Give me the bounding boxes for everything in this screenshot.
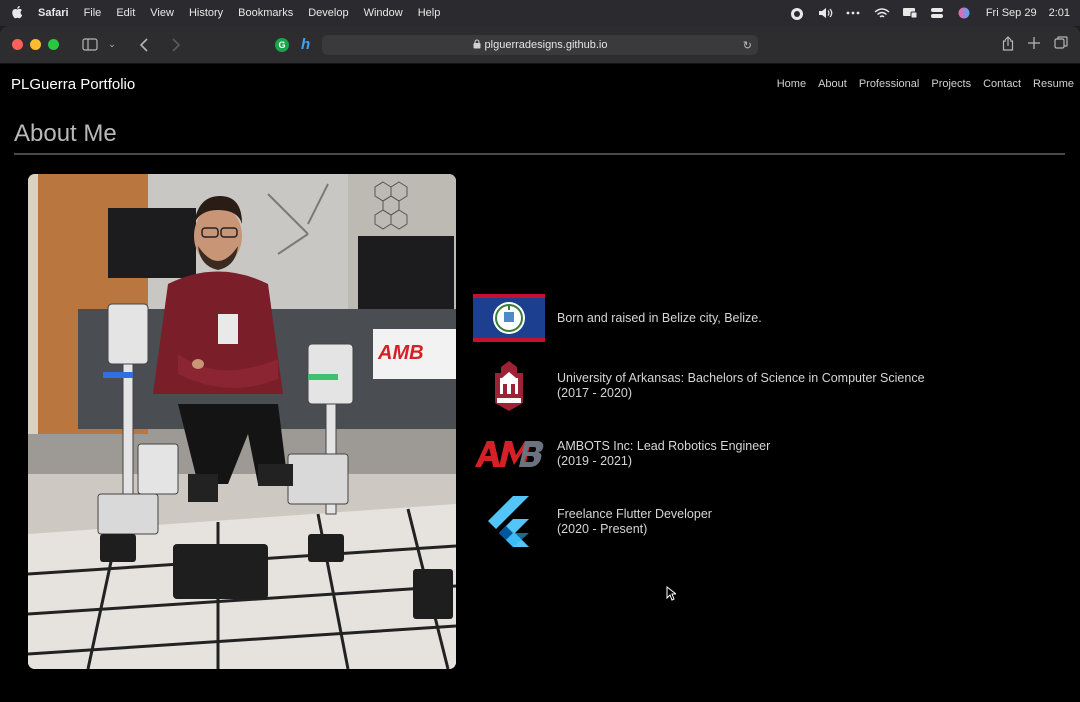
safari-window: ⌄ G h plguerradesigns.github.io ↻ PLGuer… xyxy=(0,26,1080,702)
share-icon[interactable] xyxy=(1002,36,1014,54)
address-bar[interactable]: plguerradesigns.github.io ↻ xyxy=(322,35,758,55)
menu-help[interactable]: Help xyxy=(418,7,441,19)
fact-ambots: AMBOTS Inc: Lead Robotics Engineer (2019… xyxy=(473,428,1033,480)
nav-contact[interactable]: Contact xyxy=(983,78,1021,90)
display-icon[interactable] xyxy=(902,7,918,19)
minimize-window-button[interactable] xyxy=(30,39,41,50)
lock-icon xyxy=(473,39,481,51)
nav-projects[interactable]: Projects xyxy=(931,78,971,90)
about-facts-list: Born and raised in Belize city, Belize. … xyxy=(473,292,1033,564)
section-title: About Me xyxy=(14,120,117,147)
honey-extension-icon[interactable]: h xyxy=(301,36,310,53)
fact-arkansas: University of Arkansas: Bachelors of Sci… xyxy=(473,360,1033,412)
control-center-icon[interactable] xyxy=(930,7,946,19)
menu-bookmarks[interactable]: Bookmarks xyxy=(238,7,293,19)
volume-icon[interactable] xyxy=(818,7,834,19)
fact-flutter-line2: (2020 - Present) xyxy=(557,522,648,536)
apple-menu-icon[interactable] xyxy=(10,5,24,22)
ambots-logo-icon xyxy=(473,428,545,480)
forward-icon[interactable] xyxy=(167,36,185,54)
menu-safari[interactable]: Safari xyxy=(38,7,69,19)
belize-flag-icon xyxy=(473,292,545,344)
ambots-sign-text: AMB xyxy=(377,342,424,364)
profile-photo: AMB xyxy=(28,174,456,669)
mouse-cursor-icon xyxy=(666,585,678,606)
record-icon[interactable] xyxy=(790,7,806,20)
fact-ambots-line2: (2019 - 2021) xyxy=(557,454,633,468)
section-divider xyxy=(14,153,1065,155)
nav-resume[interactable]: Resume xyxy=(1033,78,1074,90)
chevron-down-icon[interactable]: ⌄ xyxy=(103,36,121,54)
macos-menu-bar: Safari File Edit View History Bookmarks … xyxy=(0,0,1080,26)
flutter-logo-icon xyxy=(473,496,545,548)
siri-icon[interactable] xyxy=(958,7,974,19)
wifi-icon[interactable] xyxy=(874,7,890,19)
nav-about[interactable]: About xyxy=(818,78,847,90)
menu-develop[interactable]: Develop xyxy=(308,7,348,19)
more-dots-icon[interactable] xyxy=(846,7,862,19)
tab-overview-icon[interactable] xyxy=(1054,36,1068,54)
web-page: PLGuerra Portfolio Home About Profession… xyxy=(0,64,1080,702)
back-icon[interactable] xyxy=(135,36,153,54)
menubar-time[interactable]: 2:01 xyxy=(1049,7,1070,19)
nav-professional[interactable]: Professional xyxy=(859,78,920,90)
fact-flutter: Freelance Flutter Developer (2020 - Pres… xyxy=(473,496,1033,548)
url-text: plguerradesigns.github.io xyxy=(484,39,608,51)
menu-view[interactable]: View xyxy=(150,7,174,19)
fact-belize: Born and raised in Belize city, Belize. xyxy=(473,292,1033,344)
arkansas-seal-icon xyxy=(473,360,545,412)
zoom-window-button[interactable] xyxy=(48,39,59,50)
fact-flutter-line1: Freelance Flutter Developer xyxy=(557,507,712,521)
site-brand[interactable]: PLGuerra Portfolio xyxy=(11,76,135,93)
window-controls xyxy=(12,39,59,50)
reload-icon[interactable]: ↻ xyxy=(743,39,752,52)
new-tab-icon[interactable] xyxy=(1028,36,1040,54)
fact-ambots-line1: AMBOTS Inc: Lead Robotics Engineer xyxy=(557,439,771,453)
browser-toolbar: ⌄ G h plguerradesigns.github.io ↻ xyxy=(0,26,1080,64)
grammarly-extension-icon[interactable]: G xyxy=(275,37,289,52)
toolbar-right-actions xyxy=(1002,36,1068,54)
menu-file[interactable]: File xyxy=(84,7,102,19)
site-navbar: PLGuerra Portfolio Home About Profession… xyxy=(0,64,1080,104)
fact-belize-line1: Born and raised in Belize city, Belize. xyxy=(557,310,762,325)
fact-arkansas-line1: University of Arkansas: Bachelors of Sci… xyxy=(557,371,925,385)
sidebar-toggle-icon[interactable] xyxy=(81,36,99,54)
close-window-button[interactable] xyxy=(12,39,23,50)
fact-arkansas-line2: (2017 - 2020) xyxy=(557,386,633,400)
menu-edit[interactable]: Edit xyxy=(116,7,135,19)
menubar-date[interactable]: Fri Sep 29 xyxy=(986,7,1037,19)
menu-window[interactable]: Window xyxy=(364,7,403,19)
menu-history[interactable]: History xyxy=(189,7,223,19)
nav-home[interactable]: Home xyxy=(777,78,806,90)
site-nav: Home About Professional Projects Contact… xyxy=(777,78,1074,90)
